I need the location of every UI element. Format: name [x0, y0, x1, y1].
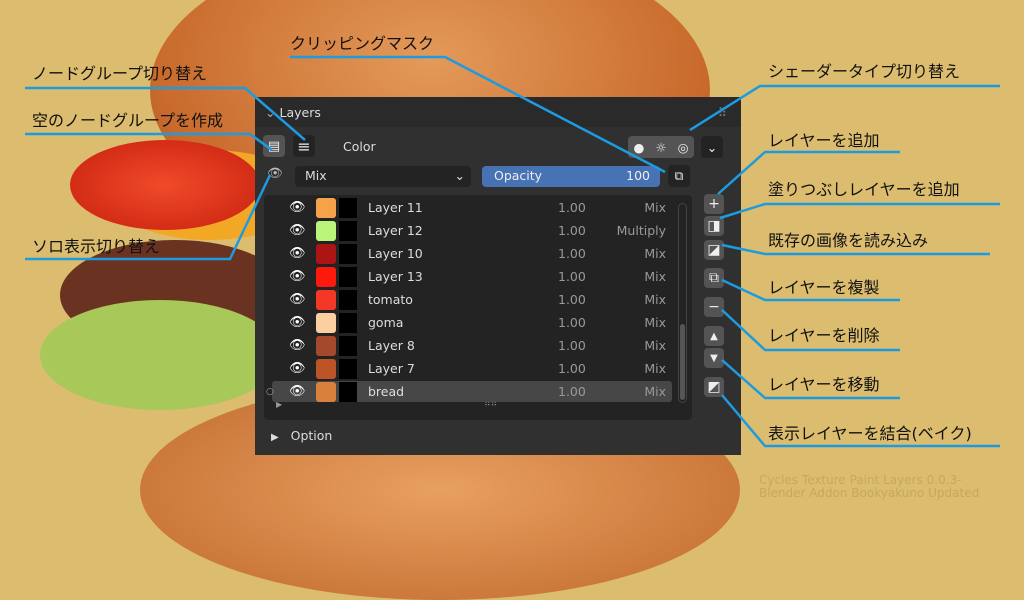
- annotation-delete-layer: レイヤーを削除: [768, 326, 880, 345]
- annotation-clipping-mask: クリッピングマスク: [290, 34, 435, 53]
- annotation-merge-bake: 表示レイヤーを結合(ベイク): [768, 424, 972, 443]
- annotation-load-image: 既存の画像を読み込み: [768, 231, 929, 250]
- annotation-solo-toggle: ソロ表示切り替え: [32, 237, 161, 256]
- credit-text: Cycles Texture Paint Layers 0.0.3- Blend…: [759, 474, 979, 500]
- annotation-add-layer: レイヤーを追加: [768, 131, 880, 150]
- credit-line-2: Blender Addon Bookyakuno Updated: [759, 486, 980, 500]
- annotation-shader-type: シェーダータイプ切り替え: [768, 62, 961, 81]
- annotation-add-fill-layer: 塗りつぶしレイヤーを追加: [768, 180, 960, 199]
- annotation-node-group-toggle: ノードグループ切り替え: [32, 64, 208, 83]
- annotation-empty-node-group: 空のノードグループを作成: [32, 111, 224, 130]
- annotation-duplicate-layer: レイヤーを複製: [768, 278, 880, 297]
- annotation-move-layer: レイヤーを移動: [768, 375, 880, 394]
